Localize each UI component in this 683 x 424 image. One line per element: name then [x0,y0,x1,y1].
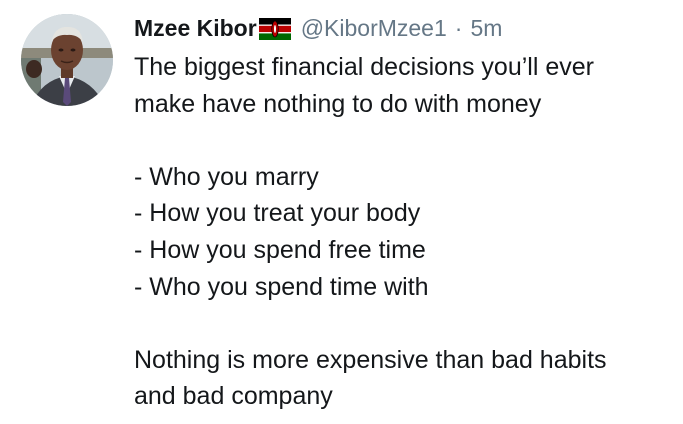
timestamp[interactable]: 5m [470,12,502,44]
tweet-text: The biggest financial decisions you’ll e… [134,49,674,415]
list-item: - How you spend free time [134,235,426,264]
display-name[interactable]: Mzee Kibor [134,12,257,44]
tweet-text-line: and bad company [134,382,333,411]
list-item: - Who you spend time with [134,272,429,301]
tweet-text-line: make have nothing to do with money [134,89,542,118]
avatar[interactable] [21,14,113,106]
tweet-text-line: The biggest financial decisions you’ll e… [134,53,594,81]
paragraph-break [134,305,674,342]
user-handle[interactable]: @KiborMzee1 [301,12,447,44]
paragraph-break [134,122,674,159]
tweet-header: Mzee Kibor @KiborMzee1 · 5m [134,12,502,44]
avatar-photo [21,14,113,106]
separator-dot: · [454,15,463,41]
tweet-text-line: Nothing is more expensive than bad habit… [134,345,607,374]
list-item: - Who you marry [134,162,319,191]
list-item: - How you treat your body [134,199,421,228]
tweet[interactable]: Mzee Kibor @KiborMzee1 · 5m The biggest … [0,0,683,424]
kenya-flag-icon [258,18,291,40]
